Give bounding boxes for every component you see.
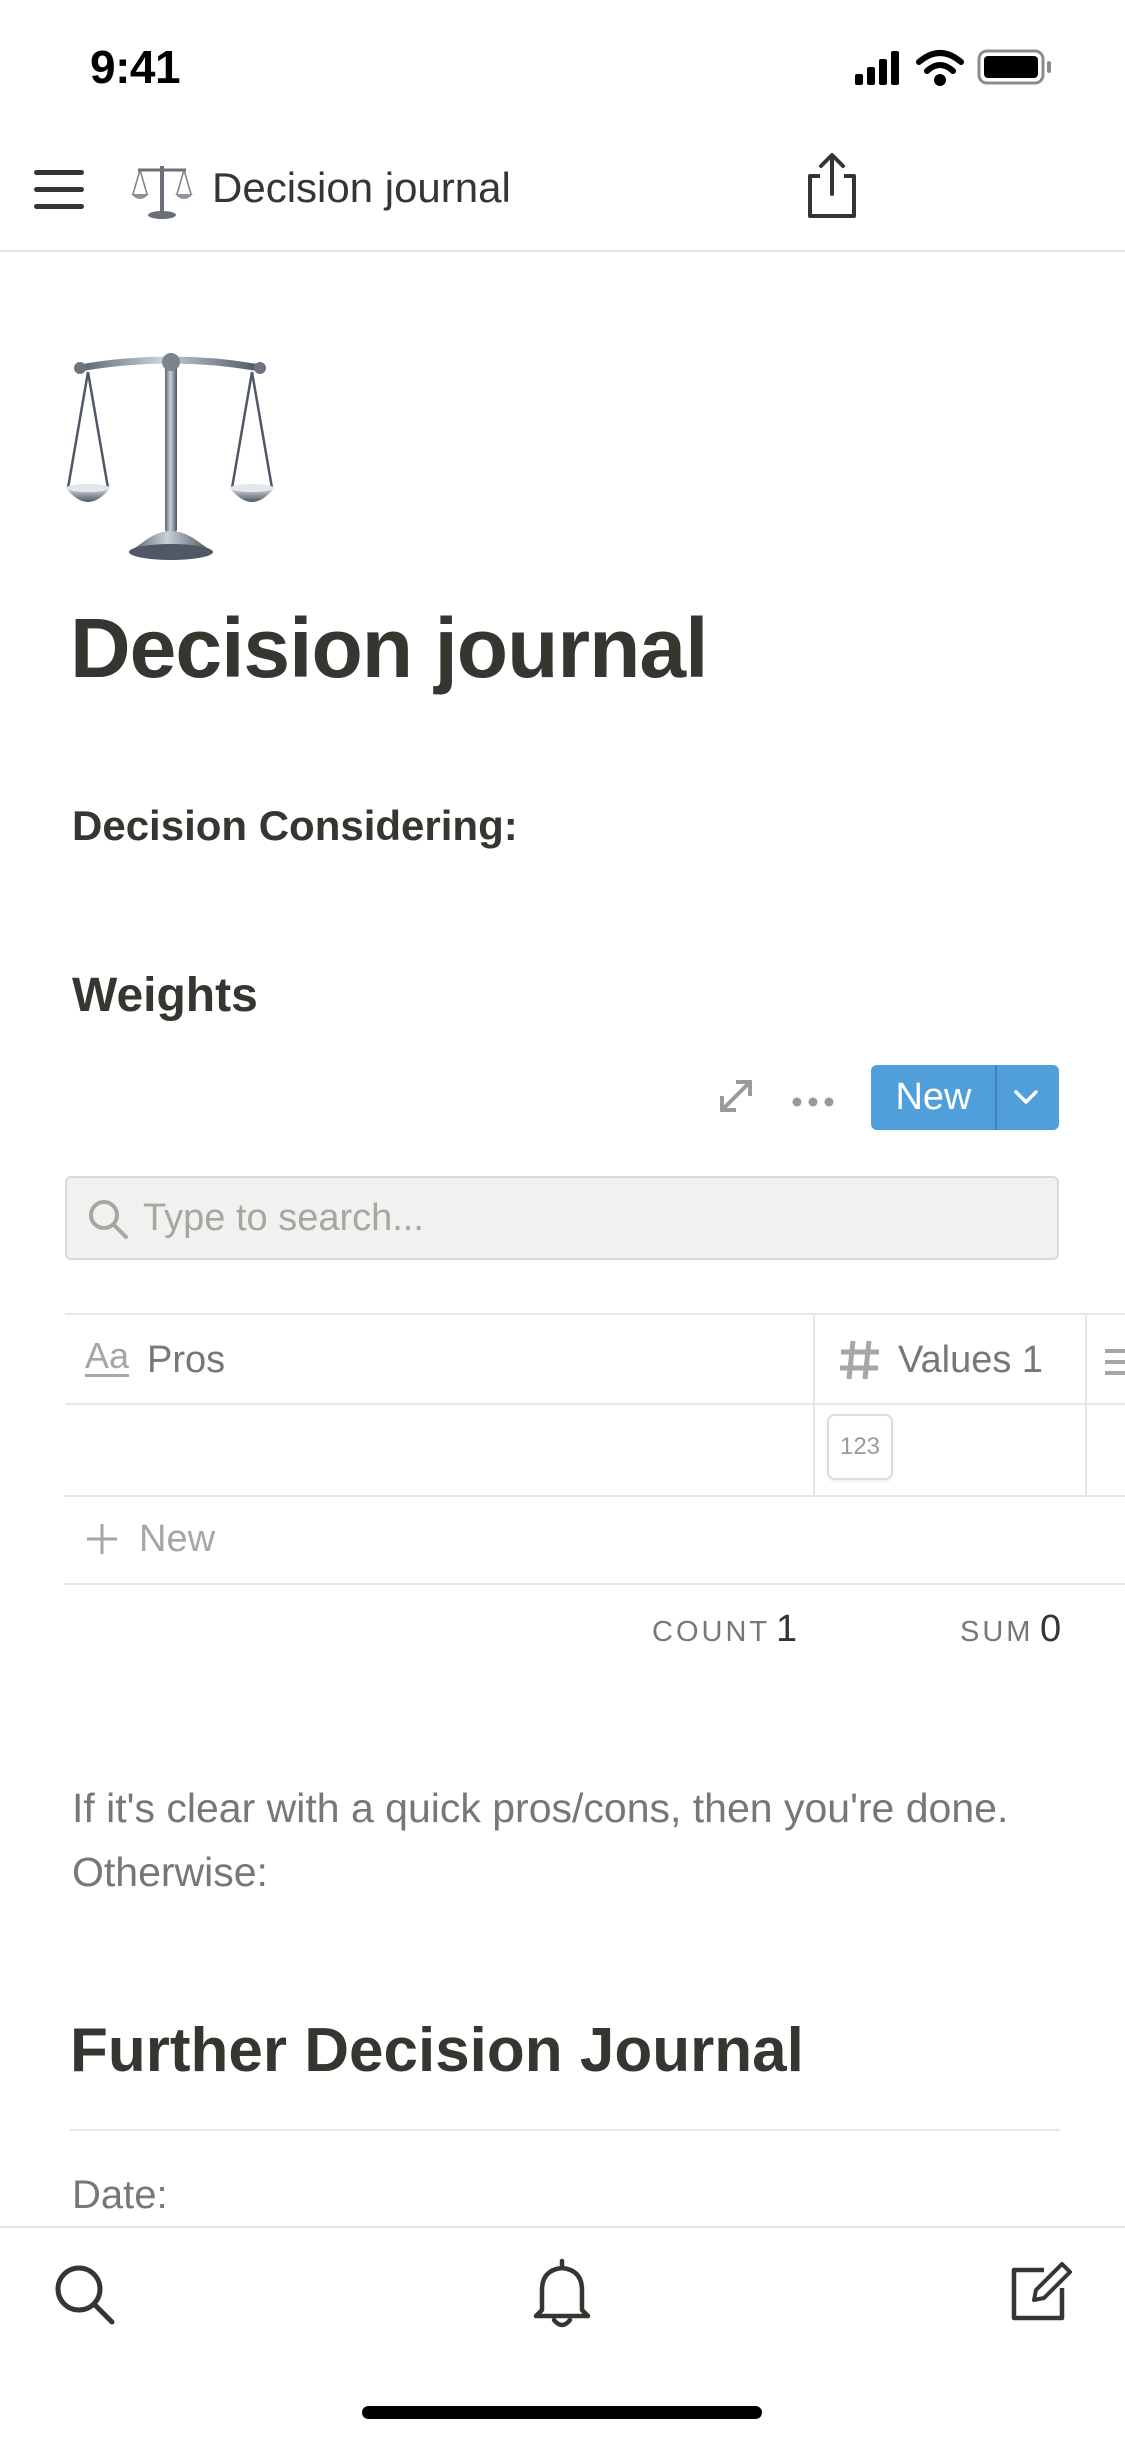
- table-cell-pros[interactable]: [65, 1405, 813, 1495]
- column-divider: [1085, 1313, 1087, 1495]
- search-input[interactable]: [143, 1178, 1023, 1258]
- weights-heading[interactable]: Weights: [72, 968, 258, 1023]
- sum-aggregate-value: 0: [1040, 1608, 1062, 1650]
- battery-icon: [977, 49, 1051, 85]
- sum-aggregate-label[interactable]: SUM: [960, 1616, 1033, 1649]
- top-nav-bar: Decision journal: [0, 120, 1125, 252]
- search-icon: [87, 1198, 129, 1240]
- new-button-label[interactable]: New: [871, 1065, 996, 1130]
- column-header-label: Pros: [147, 1339, 226, 1381]
- number-chip-label: 123: [839, 1433, 881, 1460]
- search-box[interactable]: [65, 1176, 1059, 1260]
- weights-table: Aa Pros Values 1 123 New: [65, 1313, 1125, 1587]
- hamburger-menu-icon[interactable]: [34, 170, 86, 210]
- more-options-icon[interactable]: [792, 1094, 834, 1107]
- chevron-down-icon[interactable]: [1012, 1087, 1040, 1107]
- new-row-button[interactable]: New: [65, 1497, 1125, 1583]
- nav-page-title[interactable]: Decision journal: [212, 164, 511, 212]
- search-icon[interactable]: [52, 2262, 118, 2328]
- plus-icon: [85, 1522, 119, 1556]
- date-label[interactable]: Date:: [72, 2173, 168, 2218]
- wifi-icon: [916, 50, 964, 86]
- button-divider: [995, 1065, 997, 1130]
- number-cell-chip[interactable]: 123: [827, 1414, 893, 1480]
- new-row-bottom-border: [65, 1583, 1125, 1585]
- expand-icon[interactable]: [718, 1078, 754, 1114]
- bottom-tab-bar: [0, 2226, 1125, 2438]
- balance-scale-icon: [130, 160, 194, 220]
- page-icon-balance-scale[interactable]: [66, 352, 282, 562]
- status-time: 9:41: [90, 41, 181, 93]
- compose-icon[interactable]: [1006, 2256, 1072, 2326]
- decision-considering-label[interactable]: Decision Considering:: [72, 802, 518, 850]
- status-icons: [855, 48, 1125, 88]
- new-row-label: New: [139, 1518, 216, 1560]
- column-header-pros[interactable]: Aa Pros: [65, 1313, 813, 1403]
- text-property-icon: Aa: [85, 1335, 130, 1376]
- cellular-signal-icon: [855, 51, 899, 85]
- guidance-paragraph[interactable]: If it's clear with a quick pros/cons, th…: [72, 1776, 1032, 1904]
- home-indicator: [362, 2406, 762, 2419]
- column-header-values[interactable]: Values 1: [815, 1313, 1085, 1403]
- list-property-icon[interactable]: [1105, 1347, 1125, 1377]
- column-header-label: Values 1: [898, 1339, 1044, 1381]
- bell-icon[interactable]: [530, 2258, 594, 2330]
- number-property-icon: [837, 1337, 883, 1383]
- page-title[interactable]: Decision journal: [70, 600, 708, 697]
- count-aggregate-label[interactable]: COUNT: [652, 1616, 770, 1649]
- share-icon[interactable]: [802, 150, 862, 220]
- count-aggregate-value: 1: [776, 1608, 798, 1650]
- section-divider: [70, 2129, 1060, 2131]
- new-record-button[interactable]: New: [871, 1065, 1059, 1130]
- further-decision-journal-heading[interactable]: Further Decision Journal: [70, 2015, 804, 2086]
